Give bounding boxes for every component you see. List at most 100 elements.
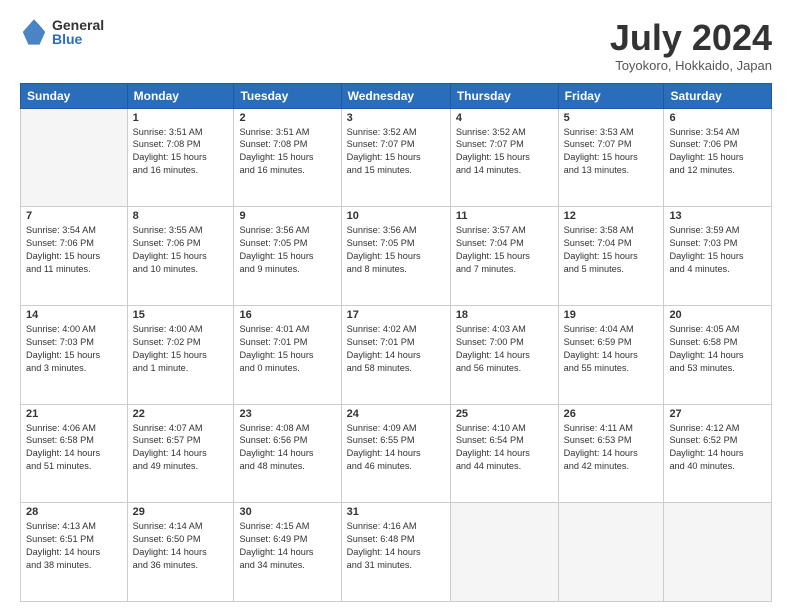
day-number: 14 <box>26 309 122 321</box>
day-info: Sunrise: 4:02 AM Sunset: 7:01 PM Dayligh… <box>347 323 445 375</box>
day-info: Sunrise: 4:03 AM Sunset: 7:00 PM Dayligh… <box>456 323 553 375</box>
day-number: 24 <box>347 408 445 420</box>
page: General Blue July 2024 Toyokoro, Hokkaid… <box>0 0 792 612</box>
day-info: Sunrise: 3:52 AM Sunset: 7:07 PM Dayligh… <box>456 126 553 178</box>
table-row: 16 Sunrise: 4:01 AM Sunset: 7:01 PM Dayli… <box>234 305 341 404</box>
day-info: Sunrise: 3:58 AM Sunset: 7:04 PM Dayligh… <box>564 224 659 276</box>
day-info: Sunrise: 3:59 AM Sunset: 7:03 PM Dayligh… <box>669 224 766 276</box>
day-info: Sunrise: 4:15 AM Sunset: 6:49 PM Dayligh… <box>239 520 335 572</box>
table-row: 30 Sunrise: 4:15 AM Sunset: 6:49 PM Dayli… <box>234 503 341 602</box>
table-row: 9Sunrise: 3:56 AM Sunset: 7:05 PM Daylig… <box>234 207 341 306</box>
table-row: 10 Sunrise: 3:56 AM Sunset: 7:05 PM Dayli… <box>341 207 450 306</box>
day-number: 5 <box>564 112 659 124</box>
calendar: SundayMondayTuesdayWednesdayThursdayFrid… <box>20 83 772 602</box>
day-number: 10 <box>347 210 445 222</box>
day-info: Sunrise: 4:00 AM Sunset: 7:03 PM Dayligh… <box>26 323 122 375</box>
table-row: 14 Sunrise: 4:00 AM Sunset: 7:03 PM Dayli… <box>21 305 128 404</box>
title-block: July 2024 Toyokoro, Hokkaido, Japan <box>610 18 772 73</box>
day-number: 26 <box>564 408 659 420</box>
logo-icon <box>20 18 48 46</box>
day-number: 4 <box>456 112 553 124</box>
day-number: 12 <box>564 210 659 222</box>
day-number: 16 <box>239 309 335 321</box>
table-row: 17 Sunrise: 4:02 AM Sunset: 7:01 PM Dayli… <box>341 305 450 404</box>
logo-general: General <box>52 18 104 32</box>
table-row: 12 Sunrise: 3:58 AM Sunset: 7:04 PM Dayli… <box>558 207 664 306</box>
day-info: Sunrise: 3:51 AM Sunset: 7:08 PM Dayligh… <box>239 126 335 178</box>
day-header-thursday: Thursday <box>450 83 558 108</box>
day-number: 13 <box>669 210 766 222</box>
table-row: 18 Sunrise: 4:03 AM Sunset: 7:00 PM Dayli… <box>450 305 558 404</box>
day-number: 19 <box>564 309 659 321</box>
day-info: Sunrise: 4:01 AM Sunset: 7:01 PM Dayligh… <box>239 323 335 375</box>
day-number: 18 <box>456 309 553 321</box>
day-number: 30 <box>239 506 335 518</box>
table-row: 5 Sunrise: 3:53 AM Sunset: 7:07 PM Daylig… <box>558 108 664 207</box>
day-header-monday: Monday <box>127 83 234 108</box>
day-number: 22 <box>133 408 229 420</box>
table-row: 1 Sunrise: 3:51 AM Sunset: 7:08 PM Daylig… <box>127 108 234 207</box>
day-number: 31 <box>347 506 445 518</box>
calendar-week-2: 7 Sunrise: 3:54 AM Sunset: 7:06 PM Daylig… <box>21 207 772 306</box>
day-info: Sunrise: 4:06 AM Sunset: 6:58 PM Dayligh… <box>26 422 122 474</box>
day-info: Sunrise: 3:52 AM Sunset: 7:07 PM Dayligh… <box>347 126 445 178</box>
day-number: 29 <box>133 506 229 518</box>
day-number: 8 <box>133 210 229 222</box>
calendar-week-1: 1 Sunrise: 3:51 AM Sunset: 7:08 PM Daylig… <box>21 108 772 207</box>
table-row: 4 Sunrise: 3:52 AM Sunset: 7:07 PM Daylig… <box>450 108 558 207</box>
table-row <box>21 108 128 207</box>
day-info: Sunrise: 4:09 AM Sunset: 6:55 PM Dayligh… <box>347 422 445 474</box>
table-row <box>664 503 772 602</box>
day-number: 17 <box>347 309 445 321</box>
table-row: 13 Sunrise: 3:59 AM Sunset: 7:03 PM Dayli… <box>664 207 772 306</box>
logo: General Blue <box>20 18 104 46</box>
day-number: 2 <box>239 112 335 124</box>
day-info: Sunrise: 4:12 AM Sunset: 6:52 PM Dayligh… <box>669 422 766 474</box>
table-row: 31Sunrise: 4:16 AM Sunset: 6:48 PM Dayli… <box>341 503 450 602</box>
day-number: 15 <box>133 309 229 321</box>
table-row: 19 Sunrise: 4:04 AM Sunset: 6:59 PM Dayli… <box>558 305 664 404</box>
day-info: Sunrise: 3:56 AM Sunset: 7:05 PM Dayligh… <box>239 224 335 276</box>
day-info: Sunrise: 3:53 AM Sunset: 7:07 PM Dayligh… <box>564 126 659 178</box>
day-number: 21 <box>26 408 122 420</box>
day-header-friday: Friday <box>558 83 664 108</box>
table-row: 25 Sunrise: 4:10 AM Sunset: 6:54 PM Dayli… <box>450 404 558 503</box>
table-row: 26Sunrise: 4:11 AM Sunset: 6:53 PM Dayli… <box>558 404 664 503</box>
table-row: 29 Sunrise: 4:14 AM Sunset: 6:50 PM Dayli… <box>127 503 234 602</box>
day-info: Sunrise: 4:13 AM Sunset: 6:51 PM Dayligh… <box>26 520 122 572</box>
day-info: Sunrise: 4:04 AM Sunset: 6:59 PM Dayligh… <box>564 323 659 375</box>
day-number: 23 <box>239 408 335 420</box>
day-info: Sunrise: 4:08 AM Sunset: 6:56 PM Dayligh… <box>239 422 335 474</box>
table-row: 28Sunrise: 4:13 AM Sunset: 6:51 PM Dayli… <box>21 503 128 602</box>
day-number: 1 <box>133 112 229 124</box>
table-row: 23 Sunrise: 4:08 AM Sunset: 6:56 PM Dayli… <box>234 404 341 503</box>
day-info: Sunrise: 3:56 AM Sunset: 7:05 PM Dayligh… <box>347 224 445 276</box>
day-number: 27 <box>669 408 766 420</box>
day-number: 7 <box>26 210 122 222</box>
day-info: Sunrise: 3:54 AM Sunset: 7:06 PM Dayligh… <box>669 126 766 178</box>
day-header-sunday: Sunday <box>21 83 128 108</box>
day-info: Sunrise: 3:55 AM Sunset: 7:06 PM Dayligh… <box>133 224 229 276</box>
day-number: 20 <box>669 309 766 321</box>
calendar-header-row: SundayMondayTuesdayWednesdayThursdayFrid… <box>21 83 772 108</box>
table-row: 11 Sunrise: 3:57 AM Sunset: 7:04 PM Dayli… <box>450 207 558 306</box>
header: General Blue July 2024 Toyokoro, Hokkaid… <box>20 18 772 73</box>
table-row <box>450 503 558 602</box>
day-info: Sunrise: 4:07 AM Sunset: 6:57 PM Dayligh… <box>133 422 229 474</box>
day-info: Sunrise: 3:54 AM Sunset: 7:06 PM Dayligh… <box>26 224 122 276</box>
calendar-week-3: 14 Sunrise: 4:00 AM Sunset: 7:03 PM Dayli… <box>21 305 772 404</box>
table-row: 2 Sunrise: 3:51 AM Sunset: 7:08 PM Daylig… <box>234 108 341 207</box>
table-row: 21 Sunrise: 4:06 AM Sunset: 6:58 PM Dayli… <box>21 404 128 503</box>
day-number: 25 <box>456 408 553 420</box>
day-info: Sunrise: 3:57 AM Sunset: 7:04 PM Dayligh… <box>456 224 553 276</box>
day-info: Sunrise: 3:51 AM Sunset: 7:08 PM Dayligh… <box>133 126 229 178</box>
logo-blue: Blue <box>52 32 104 46</box>
day-header-saturday: Saturday <box>664 83 772 108</box>
day-number: 11 <box>456 210 553 222</box>
month-title: July 2024 <box>610 18 772 58</box>
table-row: 7 Sunrise: 3:54 AM Sunset: 7:06 PM Daylig… <box>21 207 128 306</box>
table-row: 6Sunrise: 3:54 AM Sunset: 7:06 PM Daylig… <box>664 108 772 207</box>
day-info: Sunrise: 4:14 AM Sunset: 6:50 PM Dayligh… <box>133 520 229 572</box>
table-row <box>558 503 664 602</box>
day-info: Sunrise: 4:10 AM Sunset: 6:54 PM Dayligh… <box>456 422 553 474</box>
